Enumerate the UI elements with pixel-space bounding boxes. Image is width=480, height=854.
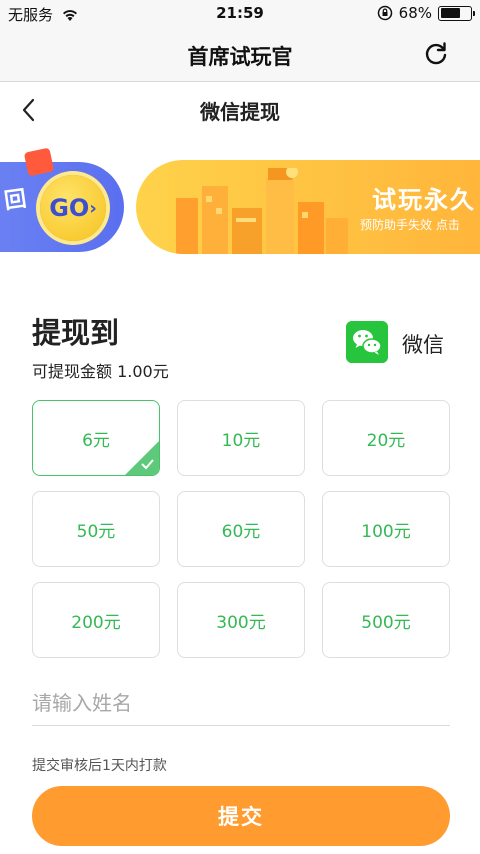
amount-option-label: 500元 xyxy=(361,612,411,633)
selected-check-icon xyxy=(125,441,159,475)
amount-option[interactable]: 300元 xyxy=(177,582,305,658)
amount-option-label: 200元 xyxy=(71,612,121,633)
go-label: GO xyxy=(49,194,90,222)
banner-left-text: 回 xyxy=(2,186,28,215)
refresh-icon[interactable] xyxy=(422,40,450,68)
submit-button[interactable]: 提交 xyxy=(32,786,450,846)
chevron-right-icon: › xyxy=(89,197,97,219)
amount-option[interactable]: 500元 xyxy=(322,582,450,658)
page-title: 微信提现 xyxy=(200,100,280,124)
promo-banner-carousel[interactable]: 回 GO › 试玩永久 预防助手失效 点击 xyxy=(0,140,480,270)
banner-main-card[interactable]: 试玩永久 预防助手失效 点击 xyxy=(136,160,480,254)
go-button[interactable]: GO › xyxy=(40,175,106,241)
review-notice: 提交审核后1天内打款 xyxy=(32,758,167,774)
amount-option-label: 10元 xyxy=(221,430,261,451)
name-input[interactable] xyxy=(32,680,450,726)
amount-option[interactable]: 20元 xyxy=(322,400,450,476)
app-title: 首席试玩官 xyxy=(187,45,293,69)
amount-option-label: 300元 xyxy=(216,612,266,633)
amount-option[interactable]: 200元 xyxy=(32,582,160,658)
amount-options-grid: 6元 10元 20元 50元 60元 100元 200元 300元 500元 xyxy=(32,400,450,658)
page-header: 微信提现 xyxy=(0,82,480,138)
amount-option-label: 20元 xyxy=(366,430,406,451)
amount-option[interactable]: 60元 xyxy=(177,491,305,567)
status-right: 68% xyxy=(377,4,475,22)
amount-option[interactable]: 10元 xyxy=(177,400,305,476)
orientation-lock-icon xyxy=(377,5,392,21)
battery-icon xyxy=(438,5,475,21)
amount-option-label: 100元 xyxy=(361,521,411,542)
withdraw-method-label: 微信 xyxy=(402,333,444,357)
available-amount: 可提现金额 1.00元 xyxy=(32,362,169,381)
wechat-icon xyxy=(346,321,388,363)
amount-option[interactable]: 50元 xyxy=(32,491,160,567)
amount-option-label: 60元 xyxy=(221,521,261,542)
battery-percent: 68% xyxy=(398,4,432,22)
withdraw-title: 提现到 xyxy=(32,316,120,350)
battery-fill xyxy=(440,8,461,18)
amount-option[interactable]: 6元 xyxy=(32,400,160,476)
status-bar: 无服务 21:59 68% xyxy=(0,0,480,28)
app-header: 首席试玩官 xyxy=(0,28,480,82)
city-illustration-icon xyxy=(176,168,348,254)
amount-option-label: 50元 xyxy=(76,521,116,542)
banner-subtitle: 预防助手失效 点击 xyxy=(360,218,460,232)
amount-option[interactable]: 100元 xyxy=(322,491,450,567)
banner-title: 试玩永久 xyxy=(372,186,476,214)
amount-option-label: 6元 xyxy=(82,430,110,451)
